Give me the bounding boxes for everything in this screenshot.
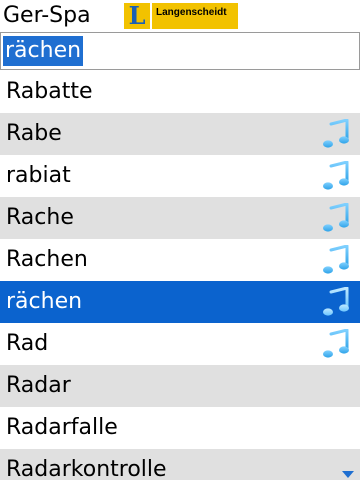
list-item[interactable]: Radar: [0, 365, 360, 407]
list-item[interactable]: Rache: [0, 197, 360, 239]
music-note-icon[interactable]: [322, 328, 350, 359]
music-note-icon[interactable]: [322, 118, 350, 149]
list-item-word: Rache: [6, 205, 74, 230]
list-item-word: Rachen: [6, 247, 88, 272]
langenscheidt-logo: L Langenscheidt: [124, 3, 238, 29]
list-item[interactable]: Rachen: [0, 239, 360, 281]
word-list[interactable]: Rabatte Rabe rabiat Rache Rachen rächen …: [0, 71, 360, 480]
language-pair-title: Ger-Spa: [3, 3, 91, 28]
scroll-down-arrow-icon[interactable]: [342, 471, 354, 478]
music-note-icon[interactable]: [322, 160, 350, 191]
list-item-word: Radarkontrolle: [6, 457, 167, 480]
search-box[interactable]: rächen: [0, 32, 360, 70]
list-item[interactable]: Rabatte: [0, 71, 360, 113]
list-item-word: Radarfalle: [6, 415, 118, 440]
list-item[interactable]: Rad: [0, 323, 360, 365]
list-item-word: Rabatte: [6, 79, 93, 104]
list-item-word: Radar: [6, 373, 71, 398]
logo-mark: L: [124, 3, 150, 29]
app-header: Ger-Spa L Langenscheidt: [0, 0, 360, 32]
list-item[interactable]: Radarkontrolle: [0, 449, 360, 480]
list-item[interactable]: Rabe: [0, 113, 360, 155]
list-item-selected[interactable]: rächen: [0, 281, 360, 323]
music-note-icon[interactable]: [322, 286, 350, 317]
logo-wordmark: Langenscheidt: [152, 3, 238, 29]
logo-letter: L: [128, 1, 146, 30]
list-item[interactable]: rabiat: [0, 155, 360, 197]
search-input[interactable]: rächen: [3, 36, 84, 66]
list-item-word: rabiat: [6, 163, 71, 188]
list-item-word: rächen: [6, 289, 83, 314]
list-item[interactable]: Radarfalle: [0, 407, 360, 449]
list-item-word: Rad: [6, 331, 49, 356]
music-note-icon[interactable]: [322, 202, 350, 233]
music-note-icon[interactable]: [322, 244, 350, 275]
list-item-word: Rabe: [6, 121, 62, 146]
